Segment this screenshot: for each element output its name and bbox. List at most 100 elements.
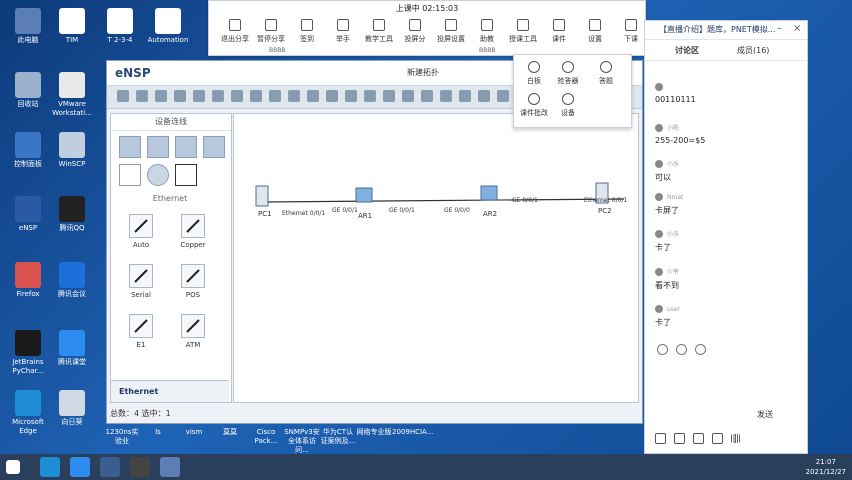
toolbar-button[interactable] [459, 90, 471, 102]
desktop-file[interactable]: 莫莫 [212, 428, 248, 437]
desktop-icon[interactable]: eNSP [4, 196, 52, 233]
toolbar-button[interactable] [307, 90, 319, 102]
desktop-icon[interactable]: VMware Workstati... [48, 72, 96, 118]
toolbar-button[interactable] [497, 90, 509, 102]
app-taskbar-icon[interactable] [130, 457, 150, 477]
node-ar2[interactable]: AR2 [480, 185, 498, 218]
desktop-file[interactable]: vism [176, 428, 212, 437]
toolbar-button[interactable] [136, 90, 148, 102]
emoji-icon[interactable] [657, 344, 668, 355]
desktop-file[interactable]: 网络专业版 [356, 428, 392, 437]
cable-atm[interactable]: ATM [173, 314, 213, 349]
desktop-file[interactable]: 1230ns实验业 [104, 428, 140, 446]
cable-e1[interactable]: E1 [121, 314, 161, 349]
live-tool[interactable]: 投屏设置 [431, 19, 471, 44]
toolbar-button[interactable] [117, 90, 129, 102]
desktop-icon[interactable]: Firefox [4, 262, 52, 299]
message-author: 少爷 [655, 267, 805, 276]
link-line[interactable] [263, 198, 625, 203]
cable-serial[interactable]: Serial [121, 264, 161, 299]
toolbar-button[interactable] [364, 90, 376, 102]
toolbar-button[interactable] [478, 90, 490, 102]
live-tool[interactable]: 签到 [287, 19, 327, 44]
hand-icon[interactable] [693, 433, 704, 444]
toolbar-button[interactable] [288, 90, 300, 102]
desktop-icon[interactable]: JetBrains PyChar... [4, 330, 52, 376]
desktop-icon[interactable]: 腾讯会议 [48, 262, 96, 299]
desktop-icon[interactable]: 向日葵 [48, 390, 96, 427]
desktop-icon[interactable]: Automation [144, 8, 192, 45]
live-tool[interactable]: 课件 [539, 19, 579, 44]
cable-pos[interactable]: POS [173, 264, 213, 299]
desktop-file[interactable]: ls [140, 428, 176, 437]
live-tool[interactable]: 授课工具 [503, 19, 543, 44]
send-button[interactable]: 发送 [757, 409, 773, 420]
live-tool[interactable]: 举手 [323, 19, 363, 44]
desktop-icon[interactable]: 腾讯QQ [48, 196, 96, 233]
wlan-icon[interactable] [175, 136, 197, 158]
node-ar1[interactable]: AR1 [355, 187, 373, 220]
desktop-file[interactable]: SNMPv3安全体系访问... [284, 428, 320, 455]
meeting-taskbar-icon[interactable] [70, 457, 90, 477]
close-icon[interactable]: × [793, 23, 801, 34]
live-tool[interactable]: 设置 [575, 19, 615, 44]
minimize-icon[interactable]: – [777, 23, 782, 34]
desktop-icon[interactable]: WinSCP [48, 132, 96, 169]
toolbar-button[interactable] [326, 90, 338, 102]
popup-item[interactable]: 白板 [518, 61, 550, 86]
toolbar-button[interactable] [383, 90, 395, 102]
folder-taskbar-icon[interactable] [160, 457, 180, 477]
toolbar-button[interactable] [269, 90, 281, 102]
desktop-file[interactable]: 华为CT认证案例及... [320, 428, 356, 446]
live-tool[interactable]: 教学工具 [359, 19, 399, 44]
router-icon[interactable] [119, 136, 141, 158]
edge-taskbar-icon[interactable] [40, 457, 60, 477]
popup-item[interactable]: 课件批改 [518, 93, 550, 118]
desktop-icon[interactable]: 腾讯课堂 [48, 330, 96, 367]
image-icon[interactable] [695, 344, 706, 355]
mic-icon[interactable] [655, 433, 666, 444]
start-icon[interactable] [6, 460, 20, 474]
tab-members[interactable]: 成员(16) [737, 45, 769, 56]
toolbar-button[interactable] [345, 90, 357, 102]
live-tool[interactable]: 助教 [467, 19, 507, 44]
toolbar-button[interactable] [212, 90, 224, 102]
cable-icon[interactable] [175, 164, 197, 186]
scissors-icon[interactable] [676, 344, 687, 355]
toolbar-button[interactable] [193, 90, 205, 102]
toolbar-button[interactable] [421, 90, 433, 102]
camera-icon[interactable] [712, 433, 723, 444]
popup-item[interactable]: 设备 [552, 93, 584, 118]
desktop-icon[interactable]: 控制面板 [4, 132, 52, 169]
speaker-icon[interactable] [674, 433, 685, 444]
cloud-icon[interactable] [147, 164, 169, 186]
desktop-icon[interactable]: Microsoft Edge [4, 390, 52, 436]
topology-canvas[interactable]: PC1 AR1 AR2 PC2 Ethernet 0/0/1 GE 0/0/1 GE 0/… [233, 113, 639, 403]
desktop-file[interactable]: Cisco Pack... [248, 428, 284, 446]
desktop-file[interactable]: 2009HCIA... [392, 428, 433, 437]
switch-icon[interactable] [147, 136, 169, 158]
toolbar-button[interactable] [174, 90, 186, 102]
toolbar-button[interactable] [231, 90, 243, 102]
live-tool[interactable]: 退出分享 [215, 19, 255, 44]
desktop-icon[interactable]: TIM [48, 8, 96, 45]
cable-copper[interactable]: Copper [173, 214, 213, 249]
desktop-icon[interactable]: 回收站 [4, 72, 52, 109]
clock[interactable]: 21:07 2021/12/27 [806, 457, 846, 477]
popup-item[interactable]: 答题 [590, 61, 622, 86]
popup-item[interactable]: 抢答器 [552, 61, 584, 86]
desktop-icon[interactable]: 此电脑 [4, 8, 52, 45]
pc-icon[interactable] [119, 164, 141, 186]
firewall-icon[interactable] [203, 136, 225, 158]
ensp-taskbar-icon[interactable] [100, 457, 120, 477]
tab-discussion[interactable]: 讨论区 [675, 45, 699, 56]
toolbar-button[interactable] [440, 90, 452, 102]
toolbar-button[interactable] [250, 90, 262, 102]
toolbar-button[interactable] [402, 90, 414, 102]
desktop-icon[interactable]: T 2-3-4 [96, 8, 144, 45]
interface-label: GE 0/0/1 [389, 207, 415, 214]
toolbar-button[interactable] [155, 90, 167, 102]
cable-auto[interactable]: Auto [121, 214, 161, 249]
live-tool[interactable]: 投屏分 [395, 19, 435, 44]
live-tool[interactable]: 暂停分享 [251, 19, 291, 44]
